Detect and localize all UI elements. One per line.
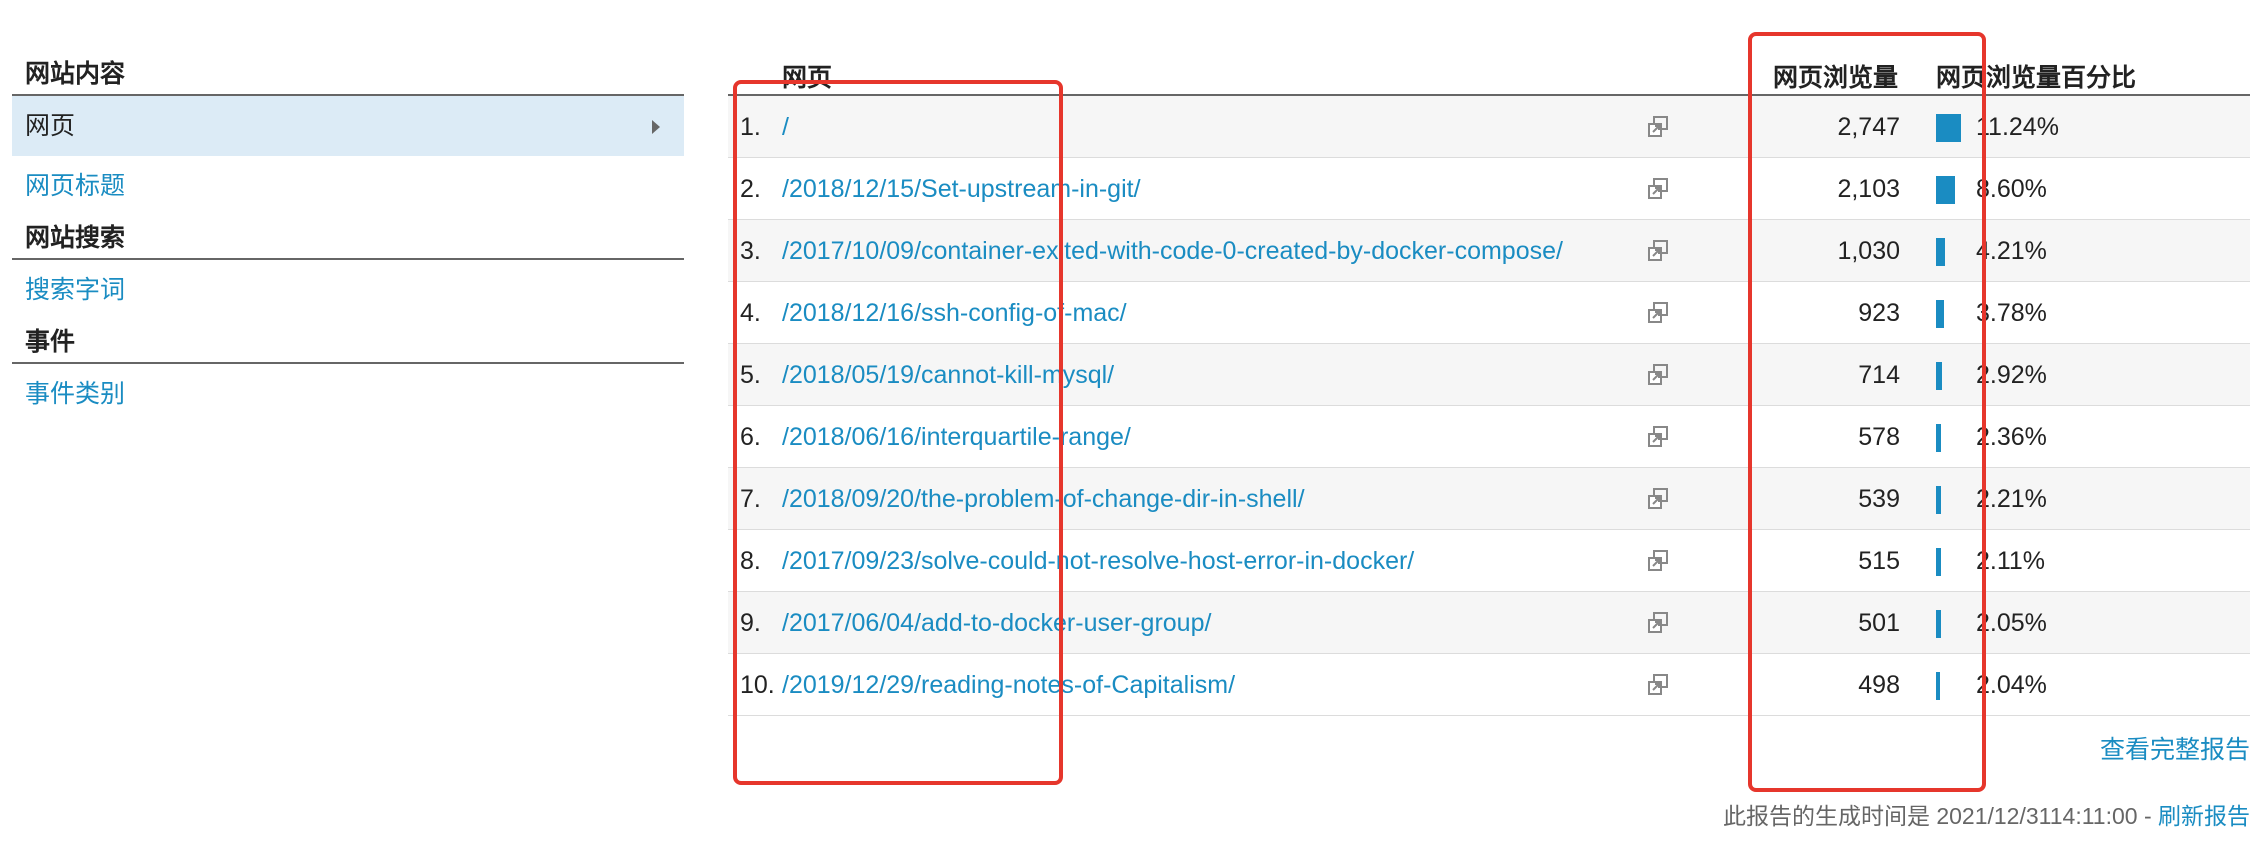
- open-in-new-window-icon[interactable]: [1646, 673, 1670, 697]
- report-nav-sidebar: 网站内容 网页 网页标题 网站搜索 搜索字词 事件 事件类别: [12, 52, 684, 424]
- pageview-percent-value: 11.24%: [1976, 113, 2059, 141]
- pageview-percent-value: 2.21%: [1976, 485, 2047, 513]
- open-in-new-window-icon[interactable]: [1646, 363, 1670, 387]
- open-in-new-window-icon[interactable]: [1646, 549, 1670, 573]
- refresh-report-link[interactable]: 刷新报告: [2158, 803, 2250, 829]
- pageview-percent-value: 2.92%: [1976, 361, 2047, 389]
- sidebar-item-page-titles[interactable]: 网页标题: [12, 156, 684, 216]
- sidebar-item-label: 网页: [25, 112, 76, 140]
- section-heading-site-content: 网站内容: [12, 52, 684, 96]
- pageview-percent-value: 2.05%: [1976, 609, 2047, 637]
- open-in-new-window-icon[interactable]: [1646, 425, 1670, 449]
- sidebar-item-event-categories[interactable]: 事件类别: [12, 364, 684, 424]
- pageview-percent-value: 3.78%: [1976, 299, 2047, 327]
- report-generated-footer: 此报告的生成时间是 2021/12/3114:11:00 - 刷新报告: [1723, 797, 2250, 831]
- annotation-box-pageviews-column: [1748, 32, 1986, 792]
- open-in-new-window-icon[interactable]: [1646, 239, 1670, 263]
- sidebar-item-pages[interactable]: 网页: [12, 96, 684, 156]
- open-in-new-window-icon[interactable]: [1646, 487, 1670, 511]
- annotation-box-page-column: [733, 80, 1063, 785]
- section-heading-site-search: 网站搜索: [12, 216, 684, 260]
- pageview-percent-value: 2.36%: [1976, 423, 2047, 451]
- caret-right-icon: [652, 120, 660, 134]
- view-full-report-link[interactable]: 查看完整报告: [2100, 730, 2250, 766]
- pageview-percent-value: 4.21%: [1976, 237, 2047, 265]
- sidebar-item-search-terms[interactable]: 搜索字词: [12, 260, 684, 320]
- open-in-new-window-icon[interactable]: [1646, 115, 1670, 139]
- generated-time-text: 此报告的生成时间是 2021/12/3114:11:00 -: [1722, 803, 2158, 829]
- pageview-percent-value: 2.11%: [1976, 547, 2046, 575]
- pageview-percent-value: 2.04%: [1976, 671, 2047, 699]
- section-heading-events: 事件: [12, 320, 684, 364]
- open-in-new-window-icon[interactable]: [1646, 611, 1670, 635]
- open-in-new-window-icon[interactable]: [1646, 177, 1670, 201]
- pageview-percent-value: 8.60%: [1976, 175, 2047, 203]
- open-in-new-window-icon[interactable]: [1646, 301, 1670, 325]
